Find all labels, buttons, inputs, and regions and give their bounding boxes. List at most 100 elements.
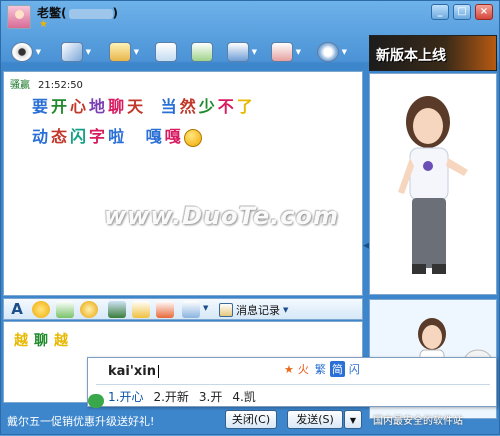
footer-site-watermark: 国内最安全的软件站 (373, 416, 463, 427)
notes-button[interactable] (187, 38, 217, 66)
message-line-1: 要开心地聊天 当然少不了 (32, 92, 352, 122)
ime-divider (96, 384, 490, 385)
ime-status-simplified[interactable]: 简 (329, 361, 345, 377)
message-char: 态 (51, 127, 71, 146)
settings-button[interactable]: ▼ (313, 38, 347, 66)
file-transfer-button[interactable]: ▼ (105, 38, 139, 66)
notes-icon (191, 42, 213, 62)
close-window-button[interactable]: × (475, 4, 493, 20)
message-char: 要 (32, 97, 52, 116)
chevron-down-icon[interactable]: ▼ (86, 48, 91, 56)
folder-icon (109, 42, 131, 62)
message-header: 骚赢 21:52:50 (10, 76, 83, 91)
message-char: 闪 (70, 127, 90, 146)
message-char: 地 (89, 97, 109, 116)
image-icon[interactable] (108, 301, 126, 318)
site-watermark: www.DuoTe.com (104, 202, 339, 230)
ad-banner[interactable]: 新版本上线 (369, 35, 497, 71)
message-record-button[interactable]: 消息记录 ▼ (219, 302, 288, 318)
contact-name: 老鳖() (37, 4, 118, 21)
screenshot-icon[interactable] (182, 301, 200, 318)
ime-status-bar[interactable]: ★ 火 繁 简 闪 (284, 361, 362, 377)
title-bar[interactable]: 老鳖() ★ _ □ × (1, 1, 500, 31)
input-text: 越聊越 (14, 330, 74, 350)
message-char: 嘎 (145, 127, 165, 146)
message-char: 心 (70, 97, 90, 116)
close-button[interactable]: 关闭(C) (225, 410, 277, 429)
ime-status-flash[interactable]: 闪 (347, 361, 362, 377)
ime-star-icon: ★ (284, 362, 294, 376)
chevron-down-icon[interactable]: ▼ (283, 306, 288, 314)
avatar-show-illustration (398, 96, 468, 274)
record-icon (219, 303, 233, 317)
toolbar: ▼ ▼ ▼ ▼ ▼ ▼ (1, 35, 366, 69)
send-button[interactable]: 发送(S) (287, 410, 343, 429)
format-toolbar: A ▼ 消息记录 ▼ (3, 298, 363, 320)
emoticon-icon[interactable] (32, 301, 50, 318)
settings-icon (317, 42, 339, 62)
shake-icon[interactable] (80, 301, 98, 318)
game-button[interactable]: ▼ (267, 38, 301, 66)
message-line-2: 动态闪字啦 嘎嘎 (32, 122, 352, 152)
ime-status-traditional[interactable]: 繁 (313, 361, 328, 377)
minimize-button[interactable]: _ (431, 4, 449, 20)
message-char: 少 (198, 97, 218, 116)
message-char: 聊 (108, 97, 128, 116)
promo-link[interactable]: 戴尔五一促销优惠升级送好礼! (7, 413, 154, 429)
message-char: 天 (127, 97, 147, 116)
video-icon (11, 42, 33, 62)
ime-candidate[interactable]: 2.开新 (153, 388, 188, 405)
chat-history[interactable]: 骚赢 21:52:50 要开心地聊天 当然少不了 动态闪字啦 嘎嘎 www.Duo… (3, 71, 363, 296)
ime-composition: kai'xin (108, 364, 159, 379)
input-char: 聊 (34, 333, 54, 349)
message-record-label: 消息记录 (236, 304, 280, 317)
video-button[interactable]: ▼ (7, 38, 41, 66)
magic-emoticon-icon[interactable] (56, 301, 74, 318)
ime-candidate[interactable]: 4.凯 (232, 388, 255, 405)
input-char: 越 (54, 333, 74, 349)
message-char: 了 (236, 97, 256, 116)
chevron-down-icon[interactable]: ▼ (252, 48, 257, 56)
message-char: 然 (179, 97, 199, 116)
maximize-button[interactable]: □ (453, 4, 471, 20)
message-char: 动 (32, 127, 52, 146)
mail-button[interactable] (151, 38, 181, 66)
chevron-down-icon: ▼ (349, 416, 357, 425)
music-icon[interactable] (132, 301, 150, 318)
group-icon (227, 42, 249, 62)
send-options-dropdown[interactable]: ▼ (344, 410, 362, 429)
ime-candidate-window[interactable]: kai'xin ★ 火 繁 简 闪 1.开心 2.开新 3.开 4.凯 (87, 357, 497, 408)
message-time: 21:52:50 (38, 80, 83, 91)
gift-icon[interactable] (156, 301, 174, 318)
ime-candidate[interactable]: 1.开心 (108, 388, 143, 405)
message-char: 字 (89, 127, 109, 146)
ime-candidate-list: 1.开心 2.开新 3.开 4.凯 (108, 388, 256, 405)
chevron-down-icon[interactable]: ▼ (296, 48, 301, 56)
input-char: 越 (14, 333, 34, 349)
chevron-down-icon[interactable]: ▼ (134, 48, 139, 56)
mail-icon (155, 42, 177, 62)
message-char: 不 (217, 97, 237, 116)
chat-window: 老鳖() ★ _ □ × ▼ ▼ ▼ ▼ ▼ ▼ 新版本上线 骚赢 21:52:… (0, 0, 500, 435)
redacted-id (68, 8, 113, 19)
online-status-icon: ★ (39, 19, 48, 30)
chevron-down-icon[interactable]: ▼ (342, 48, 347, 56)
chevron-down-icon[interactable]: ▼ (36, 48, 41, 56)
banner-text: 新版本上线 (376, 48, 446, 64)
mic-icon (61, 42, 83, 62)
ime-candidate[interactable]: 3.开 (199, 388, 222, 405)
message-body: 要开心地聊天 当然少不了 动态闪字啦 嘎嘎 (32, 92, 352, 152)
message-char: 嘎 (164, 127, 184, 146)
font-icon[interactable]: A (8, 301, 26, 318)
voice-button[interactable]: ▼ (57, 38, 91, 66)
group-button[interactable]: ▼ (223, 38, 257, 66)
message-char: 当 (160, 97, 180, 116)
message-char: 啦 (108, 127, 128, 146)
ime-status-fire[interactable]: 火 (296, 361, 311, 377)
message-char: 开 (51, 97, 71, 116)
contact-avatar[interactable] (7, 5, 31, 29)
contact-show-panel (369, 73, 497, 295)
grin-emoticon-icon (183, 128, 202, 147)
sender-name: 骚赢 (10, 80, 30, 91)
chevron-down-icon[interactable]: ▼ (203, 304, 208, 312)
